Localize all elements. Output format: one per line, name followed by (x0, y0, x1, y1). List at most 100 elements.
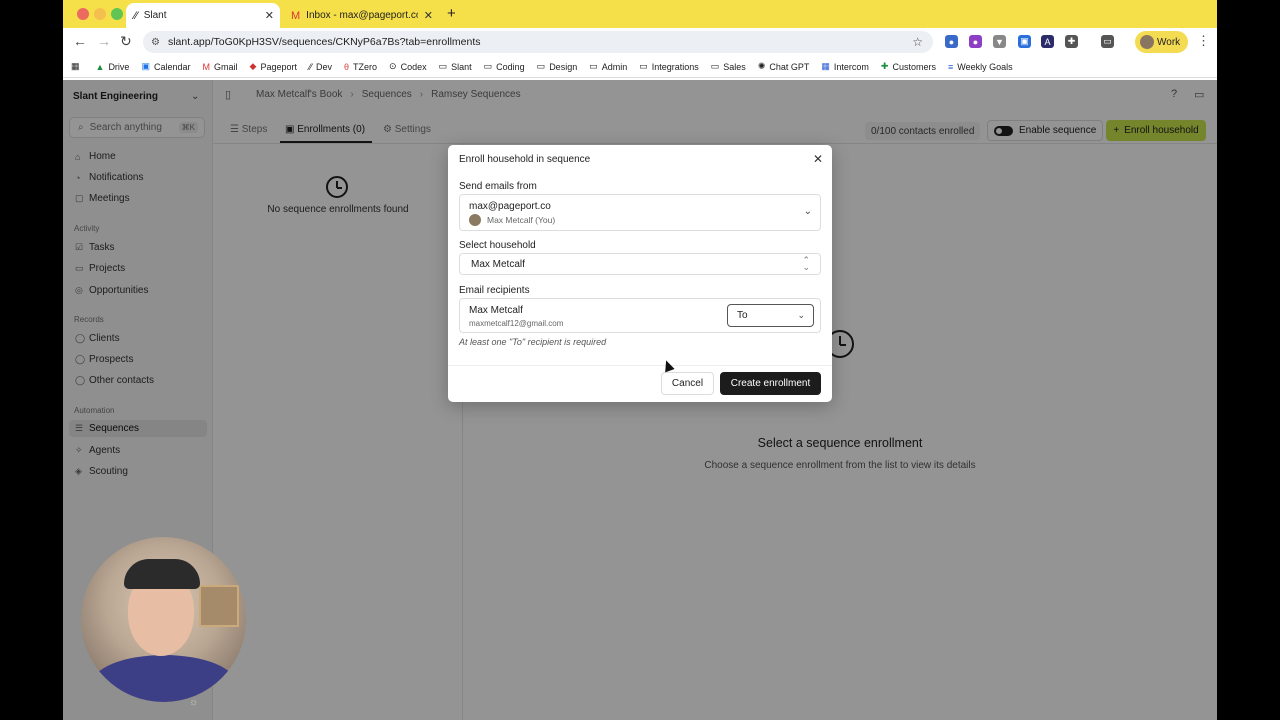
new-tab-icon[interactable]: + (447, 5, 456, 22)
recipient-row: Max Metcalf maxmetcalf12@gmail.com To ⌄ (459, 298, 821, 333)
extension-icon[interactable]: A (1041, 35, 1054, 48)
bookmark-item[interactable]: ✚ Customers (881, 61, 936, 72)
create-enrollment-button[interactable]: Create enrollment (720, 372, 821, 395)
bookmark-label: Codex (400, 61, 427, 72)
bookmark-label: Coding (496, 61, 525, 72)
browser-menu-icon[interactable]: ⋮ (1197, 33, 1210, 49)
folder-icon: ▭ (536, 61, 546, 71)
apps-grid-icon[interactable]: ▦ (71, 61, 84, 72)
close-window-button[interactable] (77, 8, 89, 20)
household-value: Max Metcalf (471, 258, 525, 270)
bookmark-label: Intercom (833, 61, 869, 72)
browser-tab-strip: ⁄⁄ Slant ✕ M Inbox - max@pageport.co - P… (63, 0, 1217, 28)
profile-button[interactable]: Work (1135, 31, 1188, 53)
slant-favicon-icon: ⁄⁄ (134, 9, 138, 22)
bookmark-star-icon[interactable]: ☆ (912, 35, 923, 49)
bookmark-item[interactable]: ▭ Integrations (639, 61, 699, 72)
extension-icon[interactable]: ● (969, 35, 982, 48)
bookmark-label: Dev (315, 61, 332, 72)
bookmark-item[interactable]: ✺ Chat GPT (758, 61, 810, 72)
avatar (469, 214, 481, 226)
recipient-email: maxmetcalf12@gmail.com (469, 319, 564, 328)
bookmark-label: Customers (892, 61, 936, 72)
bookmark-item[interactable]: ▦ Intercom (821, 61, 869, 72)
site-settings-icon[interactable]: ⚙ (151, 37, 160, 48)
tzero-icon: θ (344, 61, 350, 72)
bookmark-item[interactable]: θ TZero (344, 62, 377, 72)
bookmark-label: Slant (451, 61, 472, 72)
extension-icon[interactable]: ▣ (1018, 35, 1031, 48)
bookmark-label: Chat GPT (769, 61, 810, 72)
bookmark-item[interactable]: ▭ Admin (589, 61, 627, 72)
close-icon[interactable]: ✕ (813, 152, 823, 166)
folder-icon: ▭ (710, 61, 720, 71)
bookmark-label: Drive (108, 61, 130, 72)
household-select[interactable]: Max Metcalf ⌃ ⌄ (459, 253, 821, 275)
extension-icon[interactable]: ▼ (993, 35, 1006, 48)
bookmark-item[interactable]: ▭ Coding (484, 61, 525, 72)
recipient-name: Max Metcalf (469, 305, 523, 316)
from-name: Max Metcalf (You) (487, 215, 556, 225)
bookmark-item[interactable]: ▭ Design (537, 61, 578, 72)
tab-close-icon[interactable]: ✕ (265, 9, 274, 22)
bookmark-label: Admin (601, 61, 628, 72)
bookmark-label: Design (549, 61, 578, 72)
bookmark-label: Weekly Goals (957, 61, 1013, 72)
webcam-overlay (81, 537, 246, 702)
updown-chevron-icon: ⌃ ⌄ (802, 255, 810, 272)
enroll-household-dialog: Enroll household in sequence ✕ Send emai… (448, 145, 832, 402)
recipient-type-select[interactable]: To ⌄ (727, 304, 814, 327)
dev-icon: ⁄⁄ (308, 61, 312, 72)
tab-label: Inbox - max@pageport.co - P (306, 10, 419, 21)
tab-search-icon[interactable]: ▭ (1101, 35, 1114, 48)
send-from-select[interactable]: max@pageport.co Max Metcalf (You) ⌄ (459, 194, 821, 231)
bookmark-label: TZero (353, 61, 378, 72)
calendar-icon: ▣ (141, 61, 150, 71)
bookmark-item[interactable]: ⊙ Codex (389, 61, 427, 72)
browser-tab-inbox[interactable]: M Inbox - max@pageport.co - P ✕ (283, 3, 439, 28)
dialog-divider (448, 365, 832, 366)
docs-icon: ≡ (947, 61, 954, 72)
folder-icon: ▭ (639, 61, 648, 71)
send-from-label: Send emails from (459, 181, 537, 192)
sheets-icon: ✚ (880, 61, 889, 71)
puzzle-extensions-icon[interactable]: ✚ (1065, 35, 1078, 48)
minimize-window-button[interactable] (94, 8, 106, 20)
extension-icon[interactable]: ● (945, 35, 958, 48)
bookmark-item[interactable]: ◆ Pageport (250, 61, 297, 72)
recipients-label: Email recipients (459, 285, 530, 296)
browser-tab-slant[interactable]: ⁄⁄ Slant ✕ (126, 3, 280, 28)
bookmark-item[interactable]: ⁄⁄ Dev (309, 62, 332, 72)
validation-note: At least one "To" recipient is required (459, 337, 607, 347)
gmail-favicon-icon: M (291, 9, 301, 22)
bookmark-item[interactable]: ▣ Calendar (141, 61, 190, 72)
forward-icon[interactable]: → (97, 33, 111, 49)
folder-icon: ▭ (589, 61, 598, 71)
from-email: max@pageport.co (469, 201, 551, 212)
gmail-icon: M (202, 61, 211, 72)
chatgpt-icon: ✺ (757, 61, 766, 71)
household-label: Select household (459, 240, 536, 251)
browser-toolbar: ← → ↻ ⚙ slant.app/ToG0KpH3SV/sequences/C… (63, 28, 1217, 56)
avatar (1140, 35, 1154, 49)
address-bar[interactable]: ⚙ slant.app/ToG0KpH3SV/sequences/CKNyP6a… (143, 31, 933, 53)
intercom-icon: ▦ (821, 61, 830, 71)
zoom-window-button[interactable] (111, 8, 123, 20)
reload-icon[interactable]: ↻ (120, 33, 132, 50)
folder-icon: ▭ (438, 61, 448, 71)
chevron-down-icon: ⌄ (803, 206, 812, 217)
profile-label: Work (1157, 36, 1181, 48)
cancel-button[interactable]: Cancel (661, 372, 714, 395)
back-icon[interactable]: ← (73, 33, 87, 49)
bookmark-item[interactable]: ▭ Sales (711, 61, 746, 72)
bookmark-item[interactable]: ▲ Drive (96, 62, 130, 72)
brightness-icon[interactable]: ☼ (189, 697, 198, 708)
drive-icon: ▲ (95, 61, 105, 72)
dialog-title: Enroll household in sequence (459, 154, 591, 165)
bookmark-item[interactable]: ≡ Weekly Goals (948, 62, 1013, 72)
bookmark-item[interactable]: ▭ Slant (439, 61, 472, 72)
bookmark-label: Calendar (153, 61, 191, 72)
tab-close-icon[interactable]: ✕ (424, 9, 433, 22)
bookmarks-bar: ▦ ▲ Drive ▣ Calendar M Gmail ◆ Pageport ⁄⁄ De… (63, 56, 1217, 78)
bookmark-item[interactable]: M Gmail (203, 62, 238, 72)
